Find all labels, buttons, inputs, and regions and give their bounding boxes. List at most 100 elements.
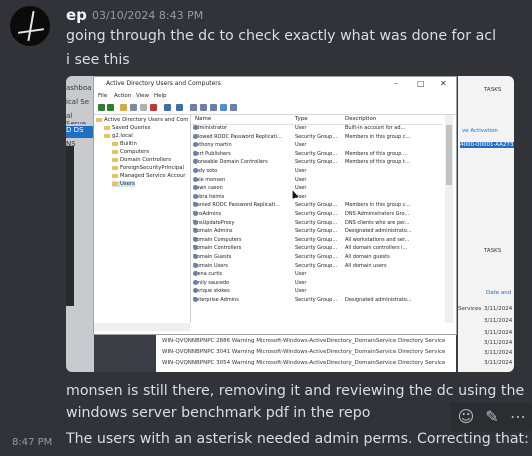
add-reaction-icon[interactable]: ☺ [456,407,476,427]
author-name[interactable]: ep [66,6,87,24]
side-timestamp: 8:47 PM [12,437,53,448]
group-icon [193,297,198,302]
cell-name: Administrator [193,125,228,131]
cell-type: User [295,271,307,278]
cell-description: All domain controllers i... [345,245,408,252]
cell-type: Security Group... [295,211,338,217]
cell-description: Members in this group c... [345,202,411,209]
menu-help: Help [154,93,167,99]
console-tree: Active Directory Users and Com Saved Que… [94,115,191,323]
bg-right-text: 4000-00001-AA273 [460,142,514,148]
column-type: Type [295,116,308,122]
list-scrollbar [445,115,453,323]
cell-description: Members of this group ... [345,150,408,157]
cell-type: Security Group... [295,219,338,226]
tree-item: Domain Controllers [112,157,171,163]
cell-type: User [295,279,307,286]
cell-name: emily saucedo [193,279,230,286]
cell-description: Designated administrato... [345,297,412,303]
bg-right-text: Date and [486,290,512,296]
cell-type: User [295,168,307,174]
cell-name: Domain Computers [193,236,242,243]
attached-screenshot[interactable]: ashboa ical Se al Serve D DS NS ile TASK… [66,76,514,372]
maximize-icon: □ [417,79,425,88]
bg-right-text: TASKS [484,87,502,93]
cell-type: Security Group... [295,150,338,157]
bg-event-row: WIN-QVQNNBPNPC 2886 Warning Microsoft-Wi… [162,338,446,344]
group-icon [193,219,198,225]
find-icon [230,104,237,111]
copy-icon [140,104,147,111]
tree-item: Computers [112,149,149,155]
toolbar [94,102,456,115]
table-row: Allowed RODC Password Replicati... Securi… [191,133,443,142]
cell-description: Members in this group c... [345,133,411,140]
message-line-3: monsen is still there, removing it and r… [66,383,525,399]
group-icon [193,133,198,139]
more-icon[interactable]: ⋯ [508,407,528,427]
user-avatar[interactable] [10,6,50,46]
folder-icon [96,117,102,122]
bg-left-text: D DS [66,126,94,138]
cell-name: Enterprise Admins [193,297,239,303]
column-description: Description [345,116,377,122]
message-actions: ☺ ✎ ⋯ [450,402,532,432]
bg-right-text: 3/11/2024 [484,340,513,346]
column-name: Name [195,116,212,122]
group-icon [193,211,198,216]
cell-description: Built-in account for ad... [345,125,406,131]
tree-item: g2.local [104,133,133,139]
list-header: Name Type Description [191,115,443,125]
domain-icon [104,133,110,138]
cell-name: Denied RODC Password Replicati... [193,202,280,209]
table-row: DnsAdmins Security Group... DNS Administra… [191,211,443,219]
edit-icon[interactable]: ✎ [482,407,502,427]
cell-name: Cert Publishers [193,150,231,157]
cell-type: Security Group... [295,133,338,140]
table-row: Administrator User Built-in account for ad… [191,125,443,133]
window-title: Active Directory Users and Computers [106,80,221,87]
table-row: emily saucedo User [191,279,443,288]
table-row: enrique stokes User [191,288,443,296]
scroll-thumb [446,125,452,185]
bg-right-text: 3/11/2024 [484,330,513,336]
avatar-glyph-stroke [17,28,45,34]
table-row: Cert Publishers Security Group... Members … [191,150,443,159]
table-row: DnsUpdateProxy Security Group... DNS clien… [191,219,443,228]
user-icon [193,125,198,130]
cell-description: DNS clients who are per... [345,219,410,226]
bg-right-text: ve Activation [462,128,498,134]
cell-type: Security Group... [295,297,338,303]
aduc-window: Active Directory Users and Computers – □… [93,76,457,335]
table-row: dawn cason User [191,185,443,193]
bg-right-text: 3/11/2024 [484,350,513,356]
delete-icon [150,104,157,111]
tree-scrollbar [94,323,190,331]
cell-description: DNS Administrators Gro... [345,211,410,217]
cell-name: DnsUpdateProxy [193,219,235,226]
back-icon [98,104,105,111]
folder-icon [104,125,110,130]
table-row: Domain Controllers Security Group... All d… [191,245,443,253]
menu-bar: File Action View Help [94,92,456,102]
group-icon [193,150,198,156]
group-icon [193,254,198,259]
cell-type: Security Group... [295,159,338,166]
cell-type: Security Group... [295,228,338,235]
cell-name: cody soto [193,168,218,174]
bg-right-text: 3/11/2024 [484,360,513,366]
table-row: cody soto User [191,168,443,176]
menu-view: View [136,93,150,99]
cell-type: User [295,142,307,149]
user-icon [193,279,198,285]
table-row: dale monsen User [191,176,443,185]
message-line-5: The users with an asterisk needed admin … [66,431,529,447]
cell-name: Cloneable Domain Controllers [193,159,268,166]
cell-name: dawn cason [193,185,223,192]
cell-type: User [295,125,307,131]
cell-type: Security Group... [295,254,338,260]
folder-icon [112,149,118,154]
message-line-4: windows server benchmark pdf in the repo [66,405,371,421]
group-icon [200,104,207,111]
bg-event-log: WIN-QVQNNBPNPC 2886 Warning Microsoft-Wi… [156,330,456,372]
